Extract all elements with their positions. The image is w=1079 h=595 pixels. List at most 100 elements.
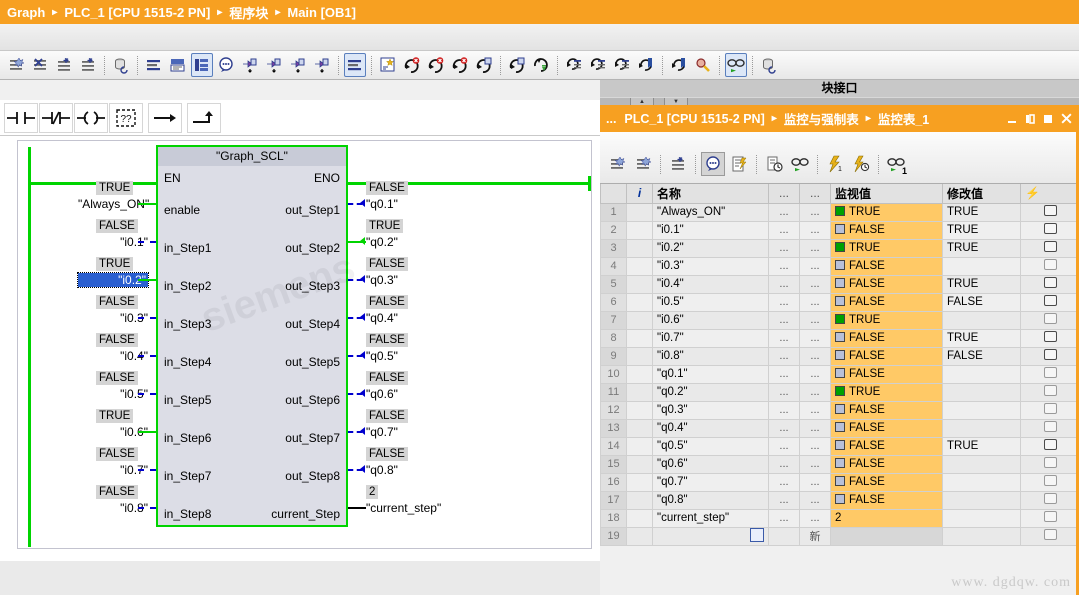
- row-address-cell[interactable]: ...: [768, 490, 800, 510]
- row-format-cell[interactable]: ...: [799, 328, 831, 348]
- row-force-cell[interactable]: [1020, 490, 1079, 510]
- row-modify-cell[interactable]: [942, 400, 1021, 420]
- row-format-cell[interactable]: ...: [799, 400, 831, 420]
- row-format-cell[interactable]: ...: [799, 310, 831, 330]
- table-row[interactable]: 13 "q0.4"...... FALSE: [600, 418, 1079, 438]
- row-force-cell[interactable]: [1020, 328, 1079, 348]
- table-row[interactable]: 3 "i0.2"...... TRUE TRUE: [600, 238, 1079, 258]
- force-checkbox[interactable]: [1043, 385, 1057, 396]
- force-checkbox[interactable]: [1043, 493, 1057, 504]
- output-operand-out_Step4[interactable]: "q0.4": [366, 311, 398, 325]
- row-name-cell[interactable]: "q0.4": [652, 418, 769, 438]
- row-force-cell[interactable]: [1020, 418, 1079, 438]
- force-monitor-icon[interactable]: 1: [884, 152, 908, 176]
- row-modify-cell[interactable]: [942, 418, 1021, 438]
- table-row[interactable]: 17 "q0.8"...... FALSE: [600, 490, 1079, 510]
- row-format-cell[interactable]: ...: [799, 472, 831, 492]
- row-name-cell[interactable]: "i0.7": [652, 328, 769, 348]
- row-format-cell[interactable]: ...: [799, 418, 831, 438]
- row-modify-cell[interactable]: [942, 364, 1021, 384]
- breadcrumb-item-0[interactable]: Graph: [7, 5, 45, 20]
- row-force-cell[interactable]: [1020, 256, 1079, 276]
- watch-title-item-2[interactable]: 监控表_1: [878, 109, 929, 128]
- table-row[interactable]: 19 新: [600, 526, 1079, 546]
- row-format-cell[interactable]: ...: [799, 220, 831, 240]
- row-force-cell[interactable]: [1020, 310, 1079, 330]
- row-address-cell[interactable]: [768, 526, 800, 546]
- row-modify-cell[interactable]: TRUE: [942, 220, 1021, 240]
- output-operand-out_Step1[interactable]: "q0.1": [366, 197, 398, 211]
- row-force-cell[interactable]: [1020, 400, 1079, 420]
- row-format-cell[interactable]: ...: [799, 508, 831, 528]
- row-format-cell[interactable]: ...: [799, 274, 831, 294]
- row-format-cell[interactable]: ...: [799, 346, 831, 366]
- output-operand-out_Step3[interactable]: "q0.3": [366, 273, 398, 287]
- force-checkbox[interactable]: [1043, 331, 1057, 342]
- breadcrumb-item-3[interactable]: Main [OB1]: [287, 5, 356, 20]
- close-icon[interactable]: [1057, 109, 1075, 129]
- go-to-compile-icon[interactable]: [473, 53, 495, 77]
- row-address-cell[interactable]: ...: [768, 310, 800, 330]
- row-address-cell[interactable]: ...: [768, 202, 800, 222]
- row-modify-cell[interactable]: [942, 310, 1021, 330]
- monitor-once-icon[interactable]: [762, 152, 786, 176]
- row-format-cell[interactable]: ...: [799, 292, 831, 312]
- force-checkbox[interactable]: [1043, 277, 1057, 288]
- row-modify-cell[interactable]: [942, 526, 1021, 546]
- row-address-cell[interactable]: ...: [768, 274, 800, 294]
- row-force-cell[interactable]: [1020, 202, 1079, 222]
- row-modify-cell[interactable]: TRUE: [942, 436, 1021, 456]
- table-row[interactable]: 11 "q0.2"...... TRUE: [600, 382, 1079, 402]
- output-operand-out_Step7[interactable]: "q0.7": [366, 425, 398, 439]
- row-format-cell[interactable]: ...: [799, 454, 831, 474]
- bookmark-download-icon[interactable]: [311, 53, 333, 77]
- row-force-cell[interactable]: [1020, 526, 1079, 546]
- col-force-icon[interactable]: ⚡: [1020, 184, 1079, 204]
- row-force-cell[interactable]: [1020, 508, 1079, 528]
- row-format-cell[interactable]: ...: [799, 364, 831, 384]
- force-checkbox[interactable]: [1043, 511, 1057, 522]
- force-checkbox[interactable]: [1043, 403, 1057, 414]
- next-bookmark-icon[interactable]: [668, 53, 690, 77]
- search-monitor-icon[interactable]: [692, 53, 714, 77]
- row-force-cell[interactable]: [1020, 346, 1079, 366]
- col-modify-value[interactable]: 修改值: [942, 184, 1021, 204]
- row-address-cell[interactable]: ...: [768, 472, 800, 492]
- row-name-cell[interactable]: "i0.5": [652, 292, 769, 312]
- show-favorites-icon[interactable]: [215, 53, 237, 77]
- col-format[interactable]: ...: [799, 184, 831, 204]
- restore-icon[interactable]: [1021, 109, 1039, 129]
- delete-network-icon[interactable]: [29, 53, 51, 77]
- row-name-cell[interactable]: "Always_ON": [652, 202, 769, 222]
- go-to-error-icon[interactable]: [425, 53, 447, 77]
- force-checkbox[interactable]: [1043, 421, 1057, 432]
- row-address-cell[interactable]: ...: [768, 508, 800, 528]
- row-name-cell[interactable]: "i0.4": [652, 274, 769, 294]
- row-name-cell[interactable]: "i0.3": [652, 256, 769, 276]
- force-checkbox[interactable]: [1043, 313, 1057, 324]
- row-force-cell[interactable]: [1020, 220, 1079, 240]
- table-row[interactable]: 4 "i0.3"...... FALSE: [600, 256, 1079, 276]
- row-address-cell[interactable]: ...: [768, 238, 800, 258]
- row-name-cell[interactable]: "q0.3": [652, 400, 769, 420]
- row-force-cell[interactable]: [1020, 454, 1079, 474]
- breadcrumb-item-2[interactable]: 程序块: [229, 3, 268, 22]
- row-address-cell[interactable]: ...: [768, 220, 800, 240]
- modify-now-icon[interactable]: 1: [823, 152, 847, 176]
- table-row[interactable]: 10 "q0.1"...... FALSE: [600, 364, 1079, 384]
- minimize-icon[interactable]: [1003, 109, 1021, 129]
- row-address-cell[interactable]: ...: [768, 328, 800, 348]
- table-row[interactable]: 9 "i0.8"...... FALSE FALSE: [600, 346, 1079, 366]
- row-modify-cell[interactable]: FALSE: [942, 346, 1021, 366]
- insert-network-icon[interactable]: [5, 53, 27, 77]
- row-force-cell[interactable]: [1020, 382, 1079, 402]
- force-checkbox[interactable]: [1043, 475, 1057, 486]
- force-checkbox[interactable]: [1043, 529, 1057, 540]
- force-checkbox[interactable]: [1043, 205, 1057, 216]
- prev-bookmark-icon[interactable]: [635, 53, 657, 77]
- bookmark-set-icon[interactable]: [587, 53, 609, 77]
- row-force-cell[interactable]: [1020, 292, 1079, 312]
- row-name-cell[interactable]: "q0.6": [652, 454, 769, 474]
- row-force-cell[interactable]: [1020, 238, 1079, 258]
- row-name-cell[interactable]: "q0.1": [652, 364, 769, 384]
